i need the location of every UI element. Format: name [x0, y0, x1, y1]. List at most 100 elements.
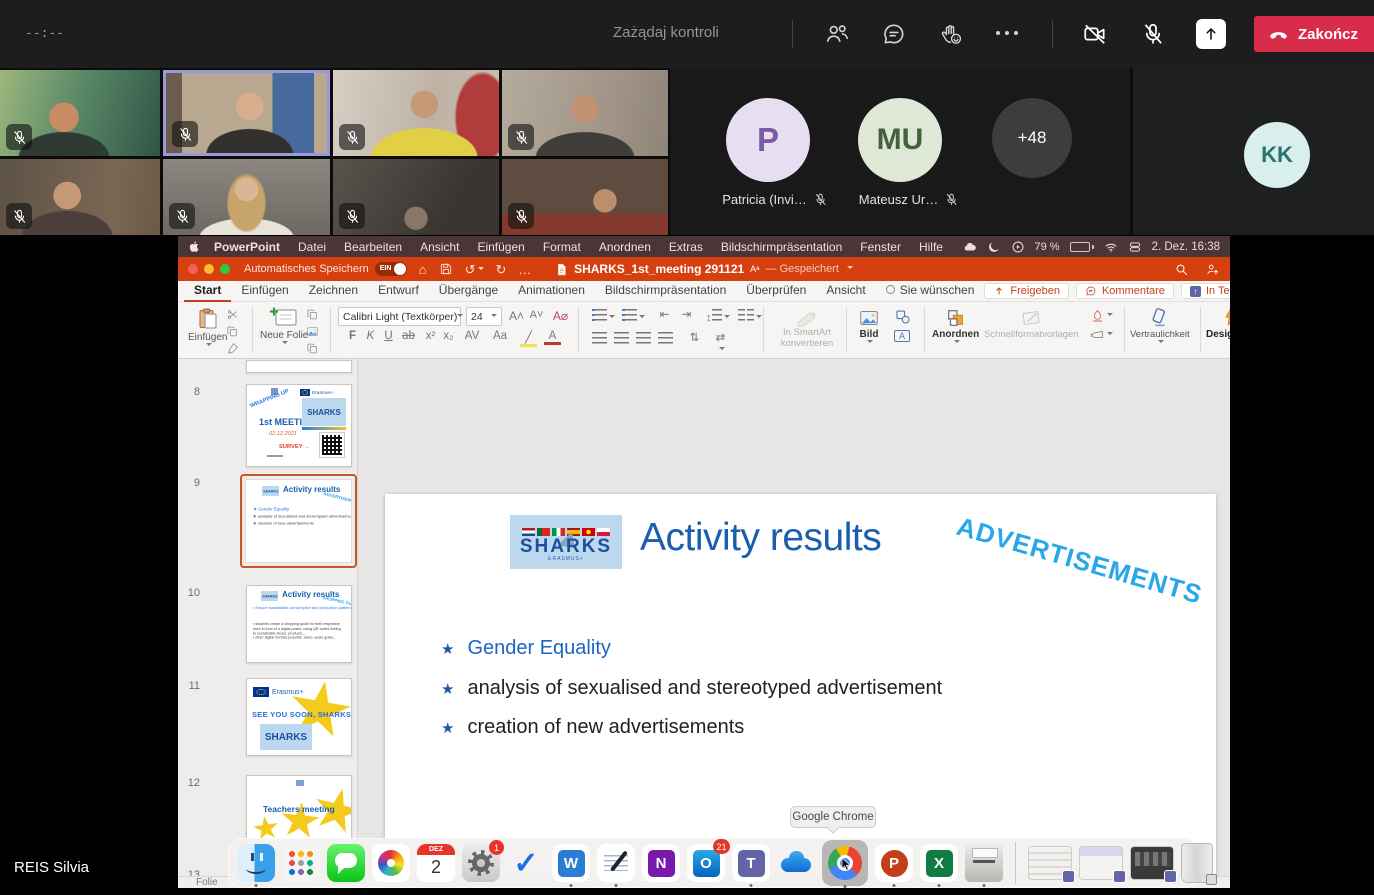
outlook-icon[interactable]: O 21 [687, 844, 725, 882]
menu-powerpoint[interactable]: PowerPoint [205, 240, 289, 254]
bullet-list-icon[interactable] [592, 309, 615, 324]
printer-icon[interactable] [965, 844, 1003, 882]
comments-button[interactable]: Kommentare [1076, 283, 1174, 299]
messages-icon[interactable] [327, 844, 365, 882]
participant-video-3[interactable] [333, 70, 499, 156]
slide-bullet-2[interactable]: ★ analysis of sexualised and stereotyped… [441, 677, 942, 700]
shape-outline-icon[interactable] [1090, 327, 1113, 342]
slide-bullet-3[interactable]: ★ creation of new advertisements [441, 716, 744, 739]
slide-thumbnail-7-partial[interactable] [246, 360, 352, 373]
zoom-window-button[interactable] [220, 264, 230, 274]
tab-start[interactable]: Start [184, 281, 231, 302]
minimized-window-3[interactable] [1130, 846, 1174, 880]
subscript-button[interactable]: x₂ [440, 330, 457, 342]
underline-button[interactable]: U [380, 330, 397, 342]
font-name-combobox[interactable]: Calibri Light (Textkörper) [338, 307, 461, 326]
participants-icon[interactable] [824, 21, 850, 47]
minimized-window-2[interactable] [1079, 846, 1123, 880]
leave-call-button[interactable]: Zakończ [1254, 16, 1374, 52]
design-ideas-button[interactable]: Designideen [1206, 307, 1230, 340]
shrink-font-icon[interactable]: A˅ [528, 309, 545, 321]
present-in-teams-button[interactable]: ↑ In Teams präsentieren [1181, 283, 1230, 299]
bold-button[interactable]: F [344, 330, 361, 342]
minimize-window-button[interactable] [204, 264, 214, 274]
slide-canvas[interactable]: SHARKS ERASMUS+ Activity results ADVERTI… [385, 494, 1216, 888]
stage-manager-icon[interactable] [1128, 240, 1142, 254]
onenote-icon[interactable]: N [642, 844, 680, 882]
slide-bullet-1[interactable]: ★ Gender Equality [441, 637, 611, 660]
undo-icon[interactable]: ↺ [465, 263, 484, 276]
finder-icon[interactable] [237, 844, 275, 882]
share-document-icon[interactable] [1205, 262, 1220, 277]
apple-menu-icon[interactable] [188, 239, 201, 254]
redo-icon[interactable]: ↻ [496, 263, 507, 276]
chrome-icon-highlighted[interactable] [822, 840, 868, 886]
share-button[interactable]: Freigeben [984, 283, 1069, 299]
slide-title[interactable]: Activity results [640, 516, 881, 560]
quick-styles-button[interactable]: Schnellformatvorlagen [984, 307, 1079, 340]
shapes-icon[interactable] [894, 308, 912, 326]
participant-video-4[interactable] [502, 70, 668, 156]
menu-extras[interactable]: Extras [660, 240, 712, 254]
more-options-icon[interactable] [996, 31, 1018, 35]
tab-entwurf[interactable]: Entwurf [368, 281, 429, 302]
reminders-check-icon[interactable]: ✓ [507, 844, 545, 882]
tab-bildschirmpr-sentation[interactable]: Bildschirmpräsentation [595, 281, 736, 302]
new-slide-button[interactable]: Neue Folie [260, 306, 308, 347]
participant-video-1[interactable] [0, 70, 160, 156]
onedrive-icon[interactable] [777, 844, 815, 882]
tab-sie-w-nschen[interactable]: Sie wünschen [876, 281, 985, 302]
arrange-button[interactable]: Anordnen [932, 307, 979, 346]
participant-video-7[interactable] [333, 159, 499, 235]
avatar-mateusz[interactable]: MU [858, 98, 942, 182]
align-left-icon[interactable] [592, 332, 607, 347]
sensitivity-button[interactable]: Vertraulichkeit [1130, 307, 1190, 346]
tab--berg-nge[interactable]: Übergänge [429, 281, 508, 302]
increase-indent-icon[interactable]: ⇥ [678, 307, 695, 321]
insert-picture-button[interactable]: Bild [856, 307, 882, 346]
character-spacing-button[interactable]: AV [460, 330, 484, 342]
slide-thumbnail-9-selected[interactable]: SHARKS Activity results ADVERTISEMENTS ★… [240, 474, 357, 568]
share-screen-button[interactable] [1196, 19, 1226, 49]
mic-off-icon[interactable] [1140, 21, 1166, 47]
menu-bildschirmpr-sentation[interactable]: Bildschirmpräsentation [712, 240, 851, 254]
decrease-indent-icon[interactable]: ⇤ [656, 307, 673, 321]
participant-video-8[interactable] [502, 159, 668, 235]
cut-icon[interactable] [226, 308, 239, 321]
font-color-icon[interactable]: A [544, 330, 561, 345]
justify-icon[interactable] [658, 332, 673, 347]
autosave-toggle[interactable]: EIN [375, 262, 407, 276]
wifi-icon[interactable] [1104, 240, 1118, 254]
request-control-button[interactable]: Zażądaj kontroli [613, 24, 719, 41]
menu-format[interactable]: Format [534, 240, 590, 254]
participant-video-5[interactable] [0, 159, 160, 235]
screen-record-icon[interactable] [1011, 240, 1025, 254]
tab--berpr-fen[interactable]: Überprüfen [736, 281, 816, 302]
strikethrough-button[interactable]: ab [400, 330, 417, 342]
menu-bearbeiten[interactable]: Bearbeiten [335, 240, 411, 254]
grow-font-icon[interactable]: A˄ [508, 309, 525, 323]
change-case-button[interactable]: Aa [488, 330, 512, 342]
participant-video-2-active-speaker[interactable] [163, 70, 330, 156]
text-highlight-icon[interactable]: ╱ [520, 330, 537, 347]
menu-hilfe[interactable]: Hilfe [910, 240, 952, 254]
font-size-combobox[interactable]: 24 [466, 307, 502, 326]
menu-ansicht[interactable]: Ansicht [411, 240, 468, 254]
text-direction-icon[interactable]: ⇄ [712, 330, 729, 356]
clear-formatting-icon[interactable]: A⌀ [552, 309, 569, 323]
search-icon[interactable] [1174, 262, 1189, 277]
camera-off-icon[interactable] [1082, 21, 1108, 47]
tab-ansicht[interactable]: Ansicht [816, 281, 875, 302]
chat-icon[interactable] [881, 21, 907, 47]
excel-icon[interactable]: X [920, 844, 958, 882]
saved-status[interactable]: — Gespeichert [766, 263, 839, 275]
align-center-icon[interactable] [614, 332, 629, 347]
italic-button[interactable]: K [362, 330, 379, 342]
photos-icon[interactable] [372, 844, 410, 882]
superscript-button[interactable]: x² [422, 330, 439, 342]
shape-fill-icon[interactable] [1090, 308, 1113, 323]
resize-handle-icon[interactable] [1206, 874, 1217, 885]
avatar-overflow-count[interactable]: +48 [992, 98, 1072, 178]
menu-datei[interactable]: Datei [289, 240, 335, 254]
numbered-list-icon[interactable] [622, 309, 645, 324]
